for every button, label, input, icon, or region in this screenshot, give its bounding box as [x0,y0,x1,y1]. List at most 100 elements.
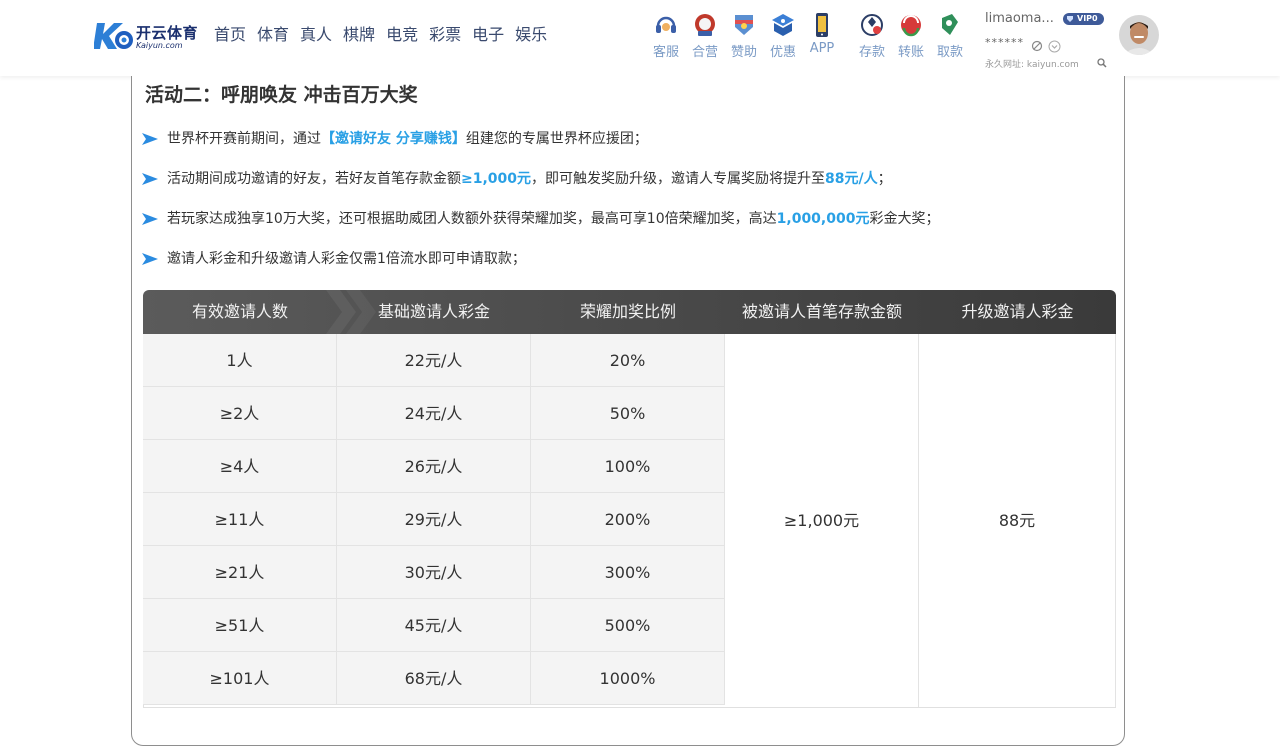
tool-deposit[interactable]: 存款 [855,12,889,62]
rule-segment: 活动期间成功邀请的好友，若好友首笔存款金额 [167,171,461,187]
balance-mask: ****** [985,36,1024,49]
table-cell: 30元/人 [337,546,531,599]
rule-text: 活动期间成功邀请的好友，若好友首笔存款金额≥1,000元，即可触发奖励升级，邀请… [167,168,892,190]
nav-link[interactable]: 电竞 [386,24,418,46]
vip-level: VIP0 [1077,14,1098,23]
tool-label: 取款 [936,45,963,60]
rule-segment: 邀请人彩金和升级邀请人彩金仅需1倍流水即可申请取款； [167,251,526,267]
rule-segment: 世界杯开赛前期间，通过 [167,131,321,147]
tool-app-download[interactable]: APP [805,12,839,62]
table-cell: 1000% [531,652,725,705]
merged-upgrade-cell: 88元 [919,334,1116,707]
tool-partnership[interactable]: 合营 [688,12,722,62]
tool-label: 转账 [897,45,924,60]
activity-panel: 活动二：呼朋唤友 冲击百万大奖 世界杯开赛前期间，通过【邀请好友 分享赚钱】组建… [131,76,1125,746]
tool-sponsor[interactable]: 赞助 [727,12,761,62]
phone-app-icon [816,13,828,37]
nav-link[interactable]: 首页 [214,24,246,46]
table-cell: ≥4人 [143,440,337,493]
column-header: 有效邀请人数 [191,302,288,321]
table-cell: ≥51人 [143,599,337,652]
highlight-text: ≥1,000元 [461,171,532,187]
rule-text: 世界杯开赛前期间，通过【邀请好友 分享赚钱】组建您的专属世界杯应援团； [167,128,648,150]
table-cell: 100% [531,440,725,493]
table-cell: 24元/人 [337,387,531,440]
table-cell: ≥2人 [143,387,337,440]
tool-customer-service[interactable]: 客服 [649,12,683,62]
table-cell: 20% [531,334,725,387]
headset-icon [656,16,676,33]
rule-segment: ； [877,171,892,187]
username[interactable]: limaoma... [985,11,1054,26]
table-cell: 26元/人 [337,440,531,493]
vip-shield-icon [1067,16,1073,22]
column-header: 被邀请人首笔存款金额 [741,302,902,321]
table-cell: ≥101人 [143,652,337,705]
reward-table: 有效邀请人数 基础邀请人彩金 荣耀加奖比例 被邀请人首笔存款金额 升级邀请人彩金… [143,290,1116,708]
rule-text: 邀请人彩金和升级邀请人彩金仅需1倍流水即可申请取款； [167,248,526,270]
table-cell: 45元/人 [337,599,531,652]
site-header: 开云体育 Kaiyun.com 首页 体育 真人 棋牌 电竞 彩票 电子 娱乐 客服 合营 [0,0,1280,76]
table-cell: 22元/人 [337,334,531,387]
deposit-icon [861,14,883,36]
rule-segment: 若玩家达成独享10万大奖，还可根据助威团人数额外获得荣耀加奖，最高可享10倍荣耀… [167,211,777,227]
table-cell: 29元/人 [337,493,531,546]
activity-title: 活动二：呼朋唤友 冲击百万大奖 [145,84,418,106]
partnership-icon [695,14,715,36]
table-header: 有效邀请人数 基础邀请人彩金 荣耀加奖比例 被邀请人首笔存款金额 升级邀请人彩金 [143,290,1116,334]
transfer-icon [901,15,921,37]
column-header: 荣耀加奖比例 [579,302,676,321]
table-cell: ≥21人 [143,546,337,599]
withdraw-icon [942,14,958,35]
table-cell: 300% [531,546,725,599]
nav-link[interactable]: 电子 [472,24,504,46]
nav-link[interactable]: 棋牌 [343,24,375,46]
nav-link[interactable]: 真人 [300,24,332,46]
tool-label: 客服 [652,45,679,60]
logo-domain: Kaiyun.com [136,41,183,50]
tool-label: 赞助 [730,45,757,60]
tool-withdraw[interactable]: 取款 [933,12,967,62]
nav-link[interactable]: 体育 [257,24,289,46]
kaiyun-logo-icon [94,23,133,49]
chevron-down-icon[interactable] [1048,40,1061,53]
highlight-text: 1,000,000元 [776,211,870,227]
arrow-right-icon [142,173,158,185]
table-cell: 200% [531,493,725,546]
arrow-right-icon [142,133,158,145]
column-header: 升级邀请人彩金 [961,302,1074,321]
nav-link[interactable]: 彩票 [429,24,461,46]
highlight-text: 【邀请好友 分享赚钱】 [321,131,466,147]
column-header: 基础邀请人彩金 [377,302,490,321]
tool-label: APP [809,41,835,56]
logo-name: 开云体育 [136,24,199,42]
permanent-url: 永久网址: kaiyun.com [985,60,1079,70]
merged-deposit-cell: ≥1,000元 [725,334,919,707]
tool-promotion[interactable]: 优惠 [766,12,800,62]
arrow-right-icon [142,213,158,225]
tool-transfer[interactable]: 转账 [894,12,928,62]
vip-badge[interactable]: VIP0 [1063,13,1104,25]
rule-text: 若玩家达成独享10万大奖，还可根据助威团人数额外获得荣耀加奖，最高可享10倍荣耀… [167,208,939,230]
table-cell: 68元/人 [337,652,531,705]
rule-segment: 彩金大奖； [869,211,940,227]
main-nav: 首页 体育 真人 棋牌 电竞 彩票 电子 娱乐 [214,24,558,46]
table-cell: 1人 [143,334,337,387]
highlight-text: 88元/人 [825,171,878,187]
rule-segment: ，即可触发奖励升级，邀请人专属奖励将提升至 [531,171,826,187]
eye-hidden-icon[interactable] [1031,40,1043,52]
user-avatar[interactable] [1119,15,1159,55]
avatar-image [1119,15,1159,55]
table-cell: 500% [531,599,725,652]
table-cell: ≥11人 [143,493,337,546]
user-panel: limaoma... VIP0 ****** 永久网址: kaiyun.com [985,10,1115,70]
nav-link[interactable]: 娱乐 [515,24,547,46]
tool-label: 存款 [858,45,885,60]
site-logo[interactable]: 开云体育 Kaiyun.com [94,18,199,54]
table-body: ≥1,000元 88元 1人 22元/人 20% ≥2人 24元/人 50% ≥4人 26元/… [143,334,1116,708]
tool-label: 合营 [691,45,718,60]
sponsor-icon [735,15,753,35]
tool-label: 优惠 [769,45,796,60]
search-icon[interactable] [1097,58,1107,68]
table-cell: 50% [531,387,725,440]
